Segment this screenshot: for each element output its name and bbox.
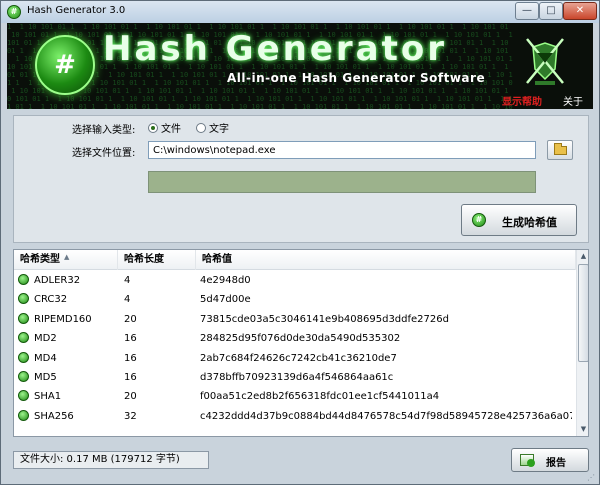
table-body: ADLER32 4 4e2948d0 CRC32 4 5d47d00e RIPEMD160 2… (14, 271, 576, 426)
generate-hash-button[interactable]: # 生成哈希值 (461, 204, 577, 236)
hash-type-cell: RIPEMD160 (18, 310, 118, 329)
input-type-label: 选择输入类型: (72, 125, 136, 136)
hash-status-icon (18, 351, 29, 363)
hash-icon: # (472, 213, 486, 227)
brand-tagline: All-in-one Hash Generator Software (227, 71, 486, 85)
show-help-link[interactable]: 显示帮助 (502, 93, 542, 108)
table-row[interactable]: CRC32 4 5d47d00e (14, 290, 576, 309)
close-button[interactable]: ✕ (563, 2, 597, 20)
hash-logo-icon: # (35, 35, 95, 95)
hash-status-icon (18, 293, 29, 305)
hash-status-icon (18, 312, 29, 324)
table-header: 哈希类型 ▲ 哈希长度 哈希值 (14, 250, 576, 270)
file-path-input[interactable] (148, 141, 536, 159)
crossed-swords-shield-icon (526, 38, 564, 85)
table-row[interactable]: RIPEMD160 20 73815cde03a5c3046141e9b408695… (14, 310, 576, 329)
table-row[interactable]: SHA1 20 f00aa51c2ed8b2f656318fdc01ee1cf544… (14, 387, 576, 406)
radio-text[interactable]: 文字 (196, 120, 229, 135)
hash-length-cell: 4 (124, 275, 131, 286)
progress-bar (148, 171, 536, 193)
hash-status-icon (18, 390, 29, 402)
hash-value-cell: 2ab7c684f24626c7242cb41c36210de7 (200, 352, 397, 364)
radio-text-indicator[interactable] (196, 123, 206, 133)
hash-value-cell: d378bffb70923139d6a4f546864aa61c (200, 371, 394, 383)
progress-bar-fill (149, 172, 535, 192)
report-button[interactable]: 报告 (511, 448, 589, 472)
hash-status-icon (18, 370, 29, 382)
sort-ascending-icon: ▲ (64, 253, 70, 261)
browse-folder-button[interactable] (547, 140, 573, 160)
hash-value-cell: f00aa51c2ed8b2f656318fdc01ee1cf5441011a4 (200, 391, 440, 403)
report-label: 报告 (546, 458, 566, 469)
app-window: # Hash Generator 3.0 — □ ✕ 1 1 10 101 01… (0, 0, 600, 485)
column-header-type[interactable]: 哈希类型 ▲ (14, 250, 118, 270)
hash-type-cell: SHA1 (18, 387, 118, 406)
hash-length-cell: 16 (124, 333, 137, 345)
hash-value-cell: 284825d95f076d0de30da5490d535302 (200, 333, 401, 345)
hash-results-table[interactable]: 哈希类型 ▲ 哈希长度 哈希值 ADLER32 4 4e2948d0 CRC32 4 5d… (13, 249, 589, 437)
hash-type-text: SHA1 (34, 391, 62, 403)
hash-type-cell: CRC32 (18, 290, 118, 309)
hash-type-text: RIPEMD160 (34, 313, 92, 325)
folder-icon (554, 143, 567, 155)
hash-length-cell: 32 (124, 410, 137, 422)
window-title: Hash Generator 3.0 (27, 5, 126, 16)
maximize-button[interactable]: □ (539, 2, 563, 20)
report-icon (520, 454, 535, 467)
hash-type-text: SHA256 (34, 410, 74, 422)
scrollbar-thumb[interactable] (578, 264, 588, 362)
table-row[interactable]: MD5 16 d378bffb70923139d6a4f546864aa61c (14, 368, 576, 387)
column-header-value[interactable]: 哈希值 (196, 250, 576, 270)
hash-value-cell: 5d47d00e (200, 294, 251, 306)
hash-status-icon (18, 409, 29, 421)
hash-length-cell: 20 (124, 391, 137, 403)
table-row[interactable]: MD4 16 2ab7c684f24626c7242cb41c36210de7 (14, 349, 576, 368)
hash-length-cell: 4 (124, 294, 131, 306)
scroll-up-icon[interactable]: ▲ (578, 250, 588, 262)
hash-length-cell: 16 (124, 371, 137, 383)
radio-file-label: 文件 (161, 124, 181, 135)
hash-status-icon (18, 332, 29, 344)
hash-value-cell: c4232ddd4d37b9c0884bd44d8476578c54d7f98d… (200, 410, 572, 422)
hash-value-cell: 73815cde03a5c3046141e9b408695d3ddfe2726d (200, 313, 449, 325)
hash-length-cell: 16 (124, 352, 137, 364)
hash-type-text: ADLER32 (34, 275, 81, 286)
table-row[interactable]: ADLER32 4 4e2948d0 (14, 271, 576, 290)
title-bar[interactable]: # Hash Generator 3.0 — □ ✕ (1, 1, 599, 23)
hash-type-cell: ADLER32 (18, 271, 118, 290)
file-size-status: 文件大小: 0.17 MB (179712 字节) (13, 451, 209, 469)
table-row[interactable]: MD2 16 284825d95f076d0de30da5490d535302 (14, 329, 576, 348)
resize-grip-icon[interactable]: ⋰ (587, 473, 597, 483)
about-link[interactable]: 关于 (563, 93, 583, 108)
radio-text-label: 文字 (209, 124, 229, 135)
hash-value-cell: 4e2948d0 (200, 275, 251, 286)
generate-hash-label: 生成哈希值 (502, 216, 557, 229)
hash-status-icon (18, 274, 29, 285)
table-row[interactable]: SHA256 32 c4232ddd4d37b9c0884bd44d8476578c… (14, 407, 576, 426)
header-banner: 1 1 10 101 01 1 1 10 101 01 1 1 10 101 0… (7, 23, 593, 109)
hash-type-cell: MD5 (18, 368, 118, 387)
column-header-length[interactable]: 哈希长度 (118, 250, 196, 270)
minimize-button[interactable]: — (515, 2, 539, 20)
scroll-down-icon[interactable]: ▼ (578, 423, 588, 435)
file-location-label: 选择文件位置: (72, 148, 136, 159)
hash-type-text: MD5 (34, 371, 57, 383)
hash-type-cell: SHA256 (18, 407, 118, 426)
hash-type-text: CRC32 (34, 294, 68, 306)
vertical-scrollbar[interactable]: ▲ ▼ (576, 250, 588, 436)
hash-type-cell: MD4 (18, 349, 118, 368)
hash-type-text: MD2 (34, 333, 57, 345)
hash-length-cell: 20 (124, 313, 137, 325)
hash-type-text: MD4 (34, 352, 57, 364)
radio-file-indicator[interactable] (148, 123, 158, 133)
column-header-type-label: 哈希类型 (20, 254, 60, 265)
hash-logo-glyph: # (54, 50, 76, 80)
app-icon: # (7, 5, 21, 19)
radio-file[interactable]: 文件 (148, 120, 181, 135)
input-panel: 选择输入类型: 文件 文字 选择文件位置: # 生成哈希值 (13, 115, 589, 243)
hash-type-cell: MD2 (18, 329, 118, 348)
brand-title: Hash Generator (103, 29, 447, 69)
